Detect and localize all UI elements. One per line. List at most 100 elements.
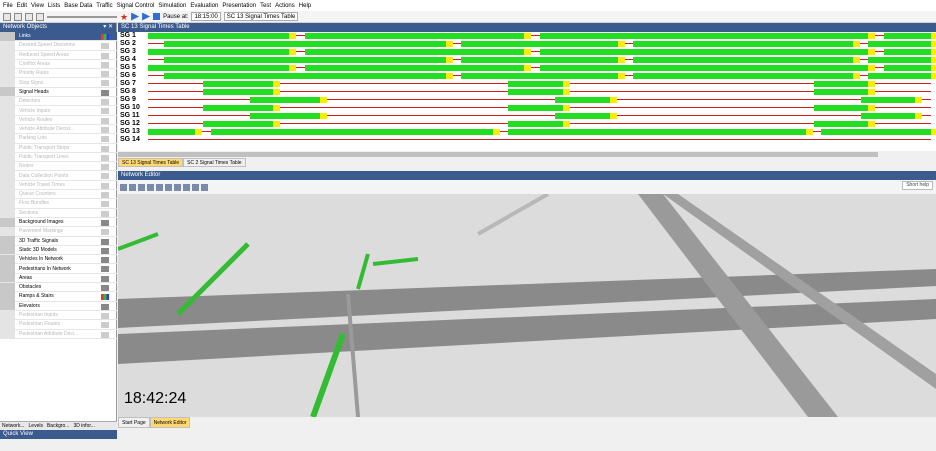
zoom-fit-icon[interactable] (165, 183, 172, 191)
network-object-row[interactable]: Reduced Speed Areas (0, 50, 117, 60)
network-object-row[interactable]: Vehicle Attribute Decisi... (0, 124, 117, 135)
network-object-row[interactable]: Pedestrian Inputs (0, 310, 117, 321)
visibility-toggle[interactable] (101, 331, 109, 338)
new-icon[interactable] (3, 12, 11, 21)
visibility-toggle[interactable] (101, 285, 109, 292)
network-object-row[interactable]: Desired Speed Decisions (0, 40, 117, 51)
visibility-toggle[interactable] (101, 117, 109, 124)
select-icon[interactable] (120, 183, 127, 191)
visibility-toggle[interactable] (101, 52, 109, 59)
tab-sc-2-signal-times-table[interactable]: SC 2 Signal Times Table (183, 158, 246, 167)
visibility-toggle[interactable] (101, 303, 109, 310)
network-object-row[interactable]: Stop Signs (0, 78, 117, 88)
network-object-row[interactable]: Background Images (0, 217, 117, 228)
signal-group-row[interactable]: SG 2 (118, 40, 936, 48)
visibility-toggle[interactable] (101, 182, 109, 189)
signal-group-row[interactable]: SG 12 (118, 120, 936, 128)
open-icon[interactable] (14, 12, 22, 21)
step-icon[interactable] (142, 12, 151, 21)
visibility-toggle[interactable] (101, 312, 109, 319)
network-object-row[interactable]: Nodes (0, 161, 117, 172)
network-object-row[interactable]: Static 3D Models (0, 245, 117, 256)
signal-group-row[interactable]: SG 13 (118, 128, 936, 136)
star-icon[interactable]: ★ (120, 12, 128, 21)
network-object-row[interactable]: Vehicle Routes (0, 115, 117, 125)
network-object-row[interactable]: Conflict Areas (0, 59, 117, 70)
visibility-toggle[interactable] (101, 80, 109, 87)
signal-group-row[interactable]: SG 3 (118, 48, 936, 56)
signal-group-row[interactable]: SG 4 (118, 56, 936, 64)
visibility-toggle[interactable] (101, 136, 109, 143)
menu-item-edit[interactable]: Edit (17, 3, 27, 9)
pan-icon[interactable] (129, 183, 136, 191)
tab-network-editor[interactable]: Network Editor (149, 417, 191, 428)
network-object-row[interactable]: Vehicles In Network (0, 254, 117, 265)
tab-start-page[interactable]: Start Page (118, 417, 150, 428)
visibility-toggle[interactable] (101, 266, 109, 273)
signal-group-row[interactable]: SG 1 (118, 32, 936, 40)
network-object-row[interactable]: Detectors (0, 96, 117, 107)
visibility-toggle[interactable] (101, 34, 109, 40)
menu-item-test[interactable]: Test (260, 3, 271, 9)
signal-group-row[interactable]: SG 8 (118, 88, 936, 96)
rotate-icon[interactable] (138, 183, 145, 191)
left-panel-tab[interactable]: Levels (29, 422, 43, 430)
menu-item-presentation[interactable]: Presentation (222, 3, 256, 9)
visibility-toggle[interactable] (101, 145, 109, 152)
visibility-toggle[interactable] (101, 201, 109, 208)
signal-group-row[interactable]: SG 9 (118, 96, 936, 104)
visibility-toggle[interactable] (101, 247, 109, 254)
menu-item-actions[interactable]: Actions (275, 3, 295, 9)
visibility-toggle[interactable] (101, 219, 109, 226)
network-3d-view[interactable]: 18:42:24 (118, 194, 936, 417)
menu-item-view[interactable]: View (31, 3, 44, 9)
stop-icon[interactable] (153, 13, 161, 20)
visibility-toggle[interactable] (101, 61, 109, 68)
tab-sc-13-signal-times-table[interactable]: SC 13 Signal Times Table (118, 158, 184, 167)
menu-item-traffic[interactable]: Traffic (96, 3, 112, 9)
visibility-toggle[interactable] (101, 322, 109, 329)
signal-group-row[interactable]: SG 5 (118, 64, 936, 72)
signal-group-row[interactable]: SG 11 (118, 112, 936, 120)
menu-item-evaluation[interactable]: Evaluation (190, 3, 218, 9)
horizontal-scrollbar[interactable] (118, 151, 936, 158)
network-object-row[interactable]: Ramps & Stairs (0, 291, 117, 302)
network-object-row[interactable]: Vehicle Inputs (0, 106, 117, 116)
menu-item-help[interactable]: Help (299, 3, 311, 9)
signal-group-row[interactable]: SG 14 (118, 136, 936, 144)
network-object-row[interactable]: Public Transport Lines (0, 152, 117, 163)
network-object-row[interactable]: Areas (0, 273, 117, 284)
menu-item-base-data[interactable]: Base Data (64, 3, 92, 9)
signal-group-row[interactable]: SG 6 (118, 72, 936, 80)
network-object-row[interactable]: Links (0, 32, 117, 42)
network-object-row[interactable]: Data Collection Points (0, 171, 117, 181)
table-select[interactable]: SC 13 Signal Times Table (223, 12, 299, 21)
network-object-row[interactable]: Flow Bundles (0, 199, 117, 209)
network-object-row[interactable]: Pavement Markings (0, 226, 117, 237)
network-object-row[interactable]: Sections (0, 208, 117, 218)
network-object-row[interactable]: Signal Heads (0, 87, 117, 98)
visibility-toggle[interactable] (101, 173, 109, 180)
camera-icon[interactable] (183, 183, 190, 191)
visibility-toggle[interactable] (101, 257, 109, 264)
network-object-row[interactable]: Parking Lots (0, 133, 117, 144)
network-object-row[interactable]: 3D Traffic Signals (0, 236, 117, 246)
undo-icon[interactable] (36, 12, 44, 21)
visibility-toggle[interactable] (101, 294, 109, 301)
simulation-speed-slider[interactable] (47, 15, 117, 18)
visibility-toggle[interactable] (101, 71, 109, 78)
visibility-toggle[interactable] (101, 43, 109, 50)
menu-item-signal-control[interactable]: Signal Control (117, 3, 155, 9)
network-object-row[interactable]: Obstacles (0, 282, 117, 293)
visibility-toggle[interactable] (101, 108, 109, 115)
pause-at-field[interactable]: 18:15:00 (191, 12, 221, 21)
visibility-toggle[interactable] (101, 192, 109, 199)
left-panel-tab[interactable]: Backgro... (47, 422, 70, 430)
network-object-row[interactable]: Pedestrian Routes (0, 319, 117, 330)
zoom-out-icon[interactable] (156, 183, 163, 191)
menu-item-simulation[interactable]: Simulation (158, 3, 186, 9)
left-panel-tab[interactable]: 3D infor... (73, 422, 94, 430)
menu-item-lists[interactable]: Lists (48, 3, 60, 9)
signal-group-row[interactable]: SG 7 (118, 80, 936, 88)
visibility-toggle[interactable] (101, 238, 109, 245)
